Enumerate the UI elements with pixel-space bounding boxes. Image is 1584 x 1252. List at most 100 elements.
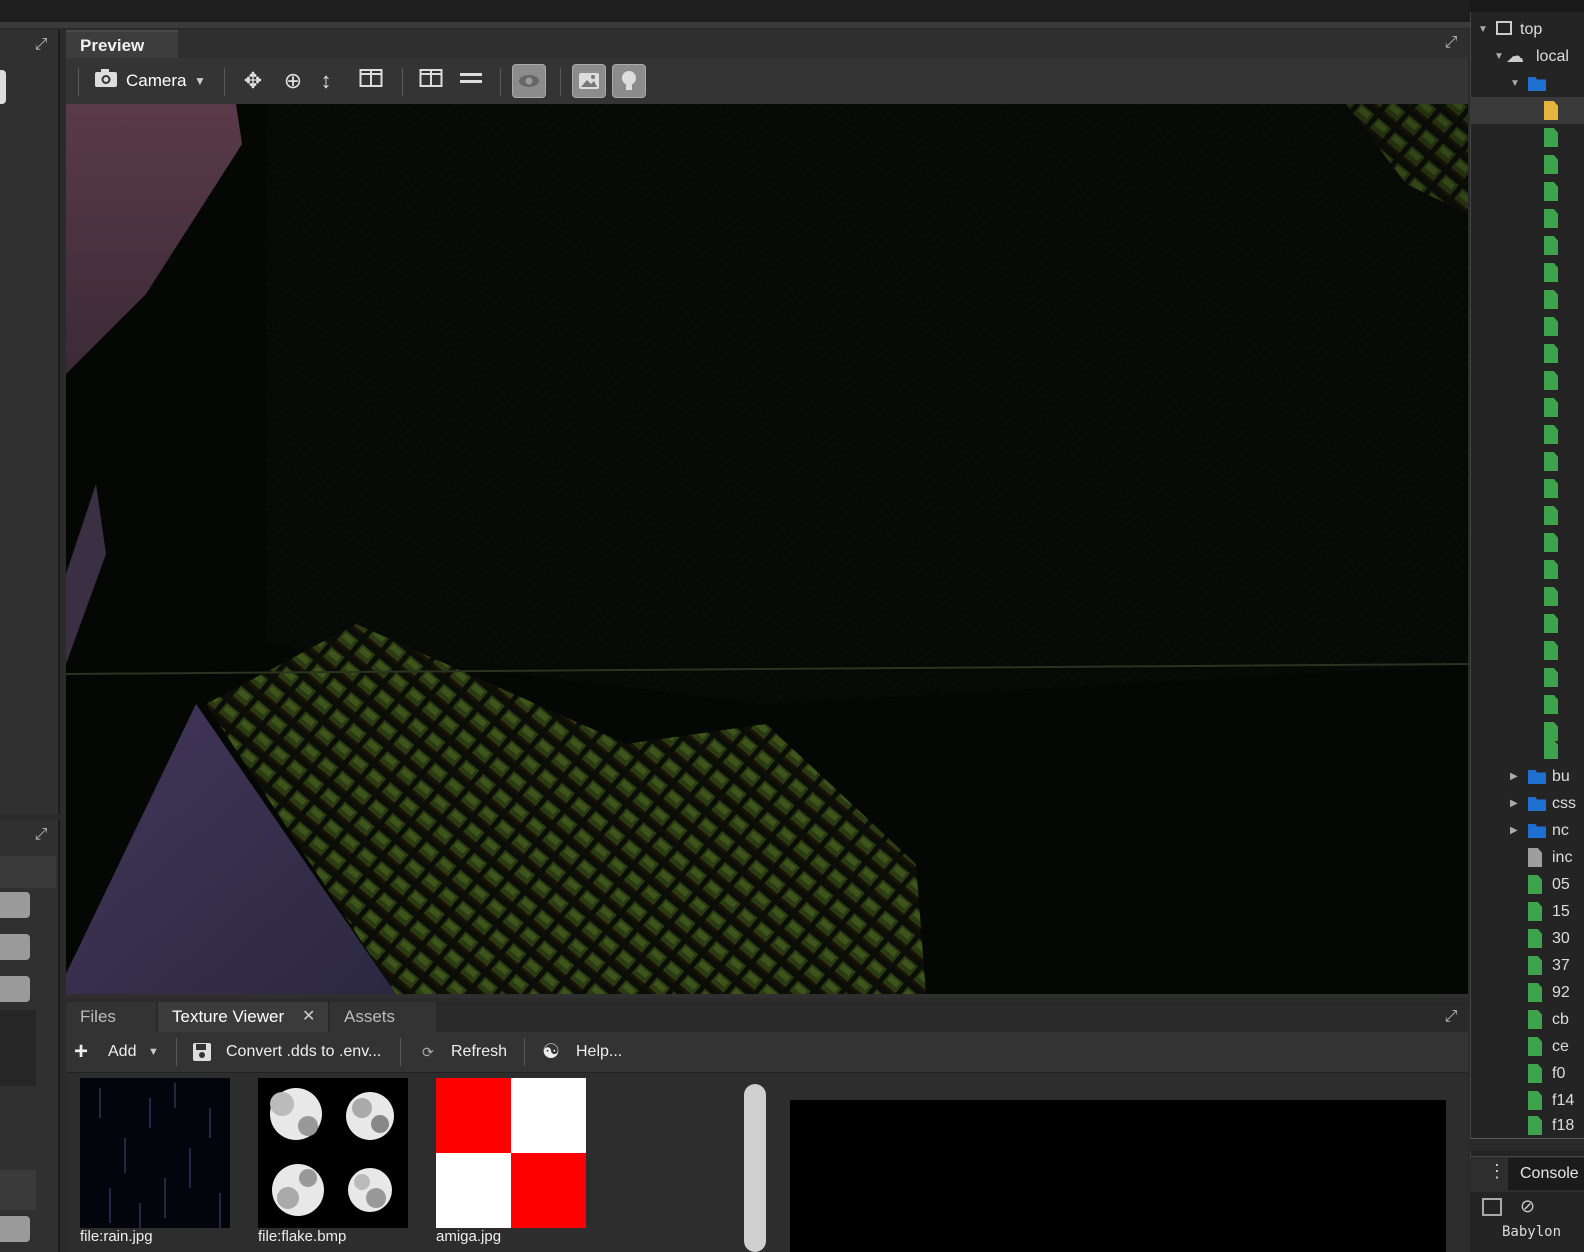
layout-columns-icon[interactable]	[418, 66, 444, 96]
tree-item-top[interactable]: ▼ top	[1470, 16, 1584, 43]
light-bulb-icon[interactable]	[612, 64, 646, 98]
tree-item-file[interactable]: cb	[1470, 1006, 1584, 1033]
help-button[interactable]: Help...	[576, 1036, 622, 1068]
tree-item-file-selected[interactable]	[1470, 97, 1584, 124]
expand-triangle-icon[interactable]: ▼	[1494, 43, 1504, 70]
tree-item-file[interactable]	[1470, 178, 1584, 205]
expand-icon[interactable]: ⤢	[1442, 1008, 1460, 1026]
left-panel-button[interactable]	[0, 976, 30, 1002]
texture-thumbnail[interactable]	[436, 1078, 586, 1228]
tree-item-file[interactable]: 37	[1470, 952, 1584, 979]
expand-triangle-icon[interactable]: ▼	[1510, 70, 1520, 97]
expand-triangle-icon[interactable]: ▶	[1510, 763, 1518, 790]
tree-item-file[interactable]	[1470, 502, 1584, 529]
tree-item-file[interactable]	[1470, 421, 1584, 448]
tree-item-file[interactable]	[1470, 124, 1584, 151]
tree-item-file[interactable]: ce	[1470, 1033, 1584, 1060]
left-panel-button[interactable]	[0, 934, 30, 960]
expand-triangle-icon[interactable]: ▶	[1510, 817, 1518, 844]
tree-item-file[interactable]	[1470, 529, 1584, 556]
tree-item-local[interactable]: ▼ ☁ local	[1470, 43, 1584, 70]
tree-item-file[interactable]: f14	[1470, 1087, 1584, 1114]
scene-viewport[interactable]	[66, 104, 1468, 994]
tree-item-file[interactable]	[1470, 151, 1584, 178]
tab-assets[interactable]: Assets	[330, 1002, 436, 1032]
chevron-down-icon[interactable]: ▼	[148, 1036, 159, 1068]
tree-item-file[interactable]	[1470, 610, 1584, 637]
vertical-move-icon[interactable]: ↕	[316, 66, 336, 96]
tree-item-folder[interactable]: ▼	[1470, 70, 1584, 97]
left-panel-button[interactable]	[0, 1216, 30, 1242]
file-icon	[1528, 1116, 1542, 1135]
tree-item-file[interactable]	[1470, 286, 1584, 313]
chevron-down-icon[interactable]: ▼	[194, 66, 206, 96]
rain-texture-image	[80, 1078, 230, 1228]
tree-item-file[interactable]: inc	[1470, 844, 1584, 871]
tab-files[interactable]: Files	[66, 1002, 156, 1032]
tree-item-file[interactable]	[1470, 736, 1584, 763]
tree-item-file[interactable]	[1470, 448, 1584, 475]
toolbar-separator	[400, 1038, 401, 1066]
add-button[interactable]: Add	[108, 1036, 136, 1068]
file-icon	[1544, 398, 1558, 417]
tree-item-file[interactable]: 30	[1470, 925, 1584, 952]
tree-item-file[interactable]	[1470, 367, 1584, 394]
image-toggle-icon[interactable]	[572, 64, 606, 98]
tree-item-file[interactable]: f0	[1470, 1060, 1584, 1087]
layout-rows-icon[interactable]	[458, 66, 484, 96]
expand-triangle-icon[interactable]: ▶	[1510, 790, 1518, 817]
folder-icon	[1528, 797, 1546, 811]
split-vertical-icon[interactable]	[358, 66, 384, 96]
tree-item-file[interactable]	[1470, 205, 1584, 232]
left-panel-button[interactable]	[0, 892, 30, 918]
expand-triangle-icon[interactable]: ▼	[1478, 16, 1488, 43]
tree-label: top	[1520, 21, 1543, 38]
texture-thumbnail[interactable]	[258, 1078, 408, 1228]
tree-item-folder[interactable]: ▶ bu	[1470, 763, 1584, 790]
thumbnail-scrollbar[interactable]	[744, 1084, 766, 1252]
amiga-texture-image	[436, 1078, 586, 1228]
tree-item-file[interactable]	[1470, 556, 1584, 583]
texture-thumbnail[interactable]	[80, 1078, 230, 1228]
convert-dds-button[interactable]: Convert .dds to .env...	[226, 1036, 381, 1068]
tree-item-file[interactable]: 15	[1470, 898, 1584, 925]
expand-icon[interactable]: ⤢	[1442, 34, 1460, 52]
toolbar-separator	[224, 68, 225, 96]
tree-item-file[interactable]: 05	[1470, 871, 1584, 898]
tree-item-folder[interactable]: ▶ css	[1470, 790, 1584, 817]
tree-item-file[interactable]	[1470, 394, 1584, 421]
tree-item-file[interactable]	[1470, 340, 1584, 367]
expand-icon[interactable]: ⤢	[32, 826, 50, 844]
file-icon	[1544, 479, 1558, 498]
eye-toggle-icon[interactable]	[512, 64, 546, 98]
toolbar-separator	[78, 68, 79, 96]
tree-item-file[interactable]	[1470, 313, 1584, 340]
tree-item-folder[interactable]: ▶ nc	[1470, 817, 1584, 844]
tree-item-file[interactable]	[1470, 583, 1584, 610]
file-icon	[1544, 506, 1558, 525]
clear-console-icon[interactable]: ⊘	[1520, 1196, 1535, 1217]
tree-item-file[interactable]	[1470, 691, 1584, 718]
tree-item-file[interactable]: 92	[1470, 979, 1584, 1006]
preview-toolbar: Camera ▼ ✥ ⊕ ↕	[66, 58, 1468, 106]
kebab-menu-icon[interactable]: ⋮	[1488, 1161, 1506, 1182]
left-panel-control[interactable]	[0, 70, 6, 104]
file-icon	[1544, 101, 1558, 120]
move-icon[interactable]: ✥	[240, 66, 266, 96]
tab-preview[interactable]: Preview	[66, 30, 178, 58]
file-icon	[1528, 956, 1542, 975]
tree-item-file[interactable]	[1470, 232, 1584, 259]
horizontal-scrollbar[interactable]	[1470, 1138, 1584, 1151]
refresh-button[interactable]: Refresh	[451, 1036, 507, 1068]
close-icon[interactable]: ✕	[302, 1002, 322, 1032]
tree-item-file[interactable]: f18	[1470, 1112, 1584, 1139]
tab-console[interactable]: Console	[1508, 1158, 1584, 1190]
expand-icon[interactable]: ⤢	[32, 36, 50, 54]
tree-item-file[interactable]	[1470, 259, 1584, 286]
sidebar-toggle-icon[interactable]	[1482, 1198, 1502, 1216]
target-icon[interactable]: ⊕	[280, 66, 306, 96]
camera-dropdown-label[interactable]: Camera	[126, 66, 186, 96]
tree-item-file[interactable]	[1470, 475, 1584, 502]
tree-item-file[interactable]	[1470, 637, 1584, 664]
tree-item-file[interactable]	[1470, 664, 1584, 691]
